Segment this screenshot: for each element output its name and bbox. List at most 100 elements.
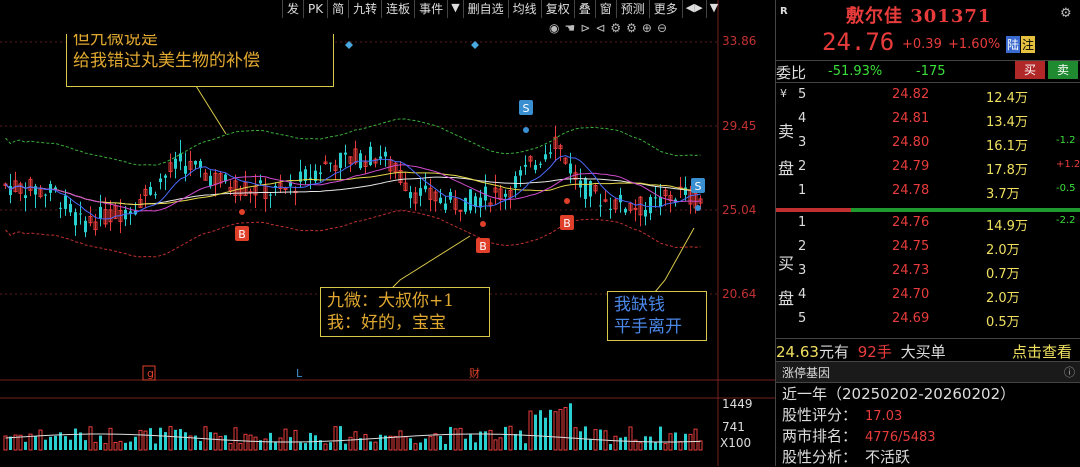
candle xyxy=(514,171,517,198)
toolbar-btn-more[interactable]: 更多 xyxy=(648,0,682,18)
ask-price: 24.81 xyxy=(892,111,930,126)
candle xyxy=(314,164,317,184)
toolbar-more-dropdown-icon[interactable]: ▼ xyxy=(705,0,721,18)
toolbar-btn-fuquan[interactable]: 复权 xyxy=(540,0,574,18)
zoom-in-icon[interactable]: ⊕ xyxy=(642,21,652,35)
volume-bar xyxy=(534,414,537,450)
toolbar-dropdown-icon[interactable]: ▼ xyxy=(447,0,462,18)
candle xyxy=(49,180,52,202)
zoom-out-icon[interactable]: ⊖ xyxy=(657,21,667,35)
candle xyxy=(663,187,668,207)
volume-bar xyxy=(553,411,558,451)
candle xyxy=(534,160,537,174)
buy-button[interactable]: 买 xyxy=(1015,61,1045,79)
candle xyxy=(593,184,598,194)
ask-level: 2 xyxy=(798,159,807,174)
eye-icon[interactable]: ◉ xyxy=(549,21,559,35)
candle xyxy=(599,193,602,217)
candle xyxy=(553,125,558,162)
candle xyxy=(428,178,433,212)
volume-bar xyxy=(514,433,517,450)
ask-row-2[interactable]: 2 24.79 17.8万 +1.2 xyxy=(776,159,1080,179)
volume-bar xyxy=(558,408,563,451)
ask-row-3[interactable]: 3 24.80 16.1万 -1.2 xyxy=(776,135,1080,155)
toolbar-btn-fa[interactable]: 发 xyxy=(282,0,303,18)
toolbar-btn-forecast[interactable]: 预测 xyxy=(615,0,649,18)
volume-bar xyxy=(289,437,292,450)
volume-bar xyxy=(674,432,677,450)
volume-bar xyxy=(638,442,643,451)
volume-bar xyxy=(693,428,698,451)
volume-bar xyxy=(369,441,372,450)
buy-marker[interactable]: B xyxy=(235,209,249,241)
toolbar-btn-pk[interactable]: PK xyxy=(303,0,327,18)
bid-row-3[interactable]: 3 24.73 0.7万 xyxy=(776,263,1080,283)
ask-row-1[interactable]: 1 24.78 3.7万 -0.5 xyxy=(776,183,1080,203)
gene-period: 近一年（20250202-20260202） xyxy=(782,385,1016,403)
ask-row-5[interactable]: 5 24.82 12.4万 xyxy=(776,87,1080,107)
view-big-order-link[interactable]: 点击查看 xyxy=(1012,341,1072,362)
ask-price: 24.82 xyxy=(892,87,930,102)
volume-bar xyxy=(149,428,152,450)
rzrq-badge: R xyxy=(780,6,788,17)
rewind-icon[interactable]: ⊲ xyxy=(595,21,605,35)
toolbar-btn-overlay[interactable]: 叠 xyxy=(573,0,595,18)
buy-marker[interactable]: B xyxy=(560,198,574,230)
toolbar-btn-jian[interactable]: 简 xyxy=(327,0,348,18)
candle xyxy=(544,144,547,162)
toolbar-btn-jiuzhuan[interactable]: 九转 xyxy=(348,0,381,18)
volume-bar xyxy=(24,441,27,450)
toolbar-btn-shijian[interactable]: 事件 xyxy=(414,0,447,18)
toolbar-scroll-icon[interactable]: ◀▶ xyxy=(681,0,706,18)
toolbar-btn-ma[interactable]: 均线 xyxy=(507,0,541,18)
chart-toolbar: 发 PK 简 九转 连板 事件 ▼ 删自选 均线 复权 叠 窗 预测 更多 ◀▶… xyxy=(282,0,721,18)
settings-icon[interactable]: ⚙ xyxy=(610,21,621,35)
candle xyxy=(403,172,408,192)
hand-icon[interactable]: ☚ xyxy=(564,21,575,35)
bid-row-4[interactable]: 4 24.70 2.0万 xyxy=(776,287,1080,307)
candle xyxy=(563,157,568,165)
sell-marker[interactable]: S xyxy=(519,100,533,133)
candle xyxy=(69,198,72,216)
bid-row-5[interactable]: 5 24.69 0.5万 xyxy=(776,311,1080,331)
candle xyxy=(74,208,77,236)
candle xyxy=(539,161,542,168)
bid-row-2[interactable]: 2 24.75 2.0万 xyxy=(776,239,1080,259)
bid-row-1[interactable]: 1 24.76 14.9万 -2.2 xyxy=(776,215,1080,235)
toolbar-btn-lianban[interactable]: 连板 xyxy=(381,0,414,18)
svg-text:S: S xyxy=(695,180,702,193)
candle xyxy=(384,146,387,167)
candle xyxy=(253,174,258,208)
big-order-row: 24.63元有 92手 大买单 xyxy=(776,343,946,361)
candle xyxy=(678,176,683,198)
settings-alt-icon[interactable]: ⚙ xyxy=(626,21,637,35)
weibi-label: 委比 xyxy=(776,64,807,82)
volume-bar xyxy=(649,436,652,450)
volume-bar xyxy=(304,443,307,450)
settings-icon[interactable]: ⚙ xyxy=(1060,6,1072,21)
sell-button[interactable]: 卖 xyxy=(1048,61,1078,79)
candle xyxy=(419,178,422,207)
candle xyxy=(409,185,412,209)
band-lower-line xyxy=(5,210,701,258)
toolbar-btn-remove-watch[interactable]: 删自选 xyxy=(462,0,508,18)
info-icon[interactable]: ⓘ xyxy=(1064,364,1075,380)
ask-row-4[interactable]: 4 24.81 13.4万 xyxy=(776,111,1080,131)
volume-bar xyxy=(569,403,572,450)
volume-bar xyxy=(79,432,82,450)
candle xyxy=(668,190,673,213)
volume-bar xyxy=(654,442,657,450)
play-icon[interactable]: ⊳ xyxy=(580,21,590,35)
candle xyxy=(44,193,47,208)
candle xyxy=(363,155,368,174)
volume-bar xyxy=(164,432,167,450)
volume-bar xyxy=(329,442,332,450)
volume-bar xyxy=(299,442,302,450)
candle xyxy=(99,194,102,227)
annotation-box-right: 我缺钱 平手离开 xyxy=(607,291,707,341)
candle xyxy=(624,207,627,215)
volume-bar xyxy=(49,436,52,450)
toolbar-btn-window[interactable]: 窗 xyxy=(594,0,616,18)
candle xyxy=(433,189,438,212)
volume-bar xyxy=(498,437,503,451)
